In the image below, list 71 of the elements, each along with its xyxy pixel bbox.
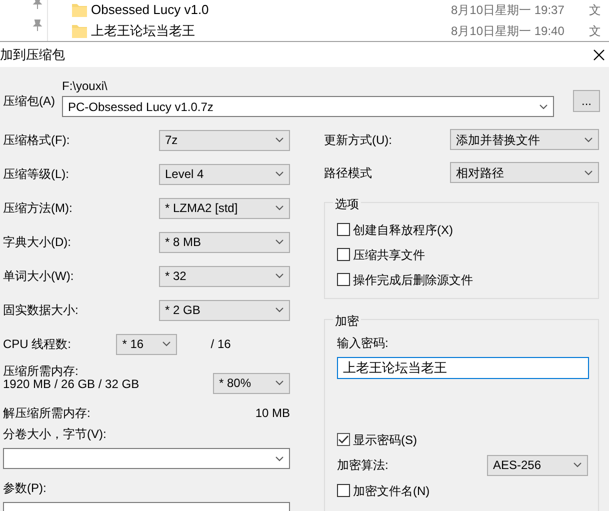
dropdown[interactable]: 相对路径 <box>450 162 599 183</box>
field-label: 单词大小(W): <box>3 268 75 285</box>
memory-usage: 1920 MB / 26 GB / 32 GB <box>3 378 140 391</box>
field-label: 分卷大小，字节(V): <box>3 427 106 441</box>
file-date: 8月10日星期一 19:40 <box>451 22 566 40</box>
dropdown[interactable]: * 80% <box>213 372 290 394</box>
folder-icon <box>72 24 87 38</box>
password-field[interactable]: 上老王论坛当老王 <box>337 357 589 379</box>
memory-value: 10 MB <box>255 405 290 422</box>
chevron-icon <box>584 136 593 142</box>
field-label: 解压缩所需内存: <box>3 405 90 422</box>
group-title: 选项 <box>333 195 361 213</box>
chevron-icon <box>275 171 284 177</box>
checkbox-label: 操作完成后删除源文件 <box>353 272 473 288</box>
field-label: 更新方式(U): <box>324 132 393 148</box>
pin-icon[interactable] <box>32 19 43 31</box>
browse-button[interactable]: ... <box>573 90 600 112</box>
checkbox[interactable] <box>337 273 350 286</box>
file-type: 文 <box>589 2 601 18</box>
field-label: 压缩方法(M): <box>3 200 74 217</box>
checkbox[interactable] <box>337 484 350 497</box>
dropdown[interactable]: * LZMA2 [std] <box>159 198 290 218</box>
chevron-icon <box>275 456 284 462</box>
chevron-icon <box>275 380 284 386</box>
chevron-icon <box>573 462 582 468</box>
field-label: CPU 线程数: <box>3 336 72 353</box>
checkbox[interactable] <box>337 433 350 446</box>
chevron-icon <box>275 273 284 279</box>
dropdown[interactable]: AES-256 <box>487 454 588 476</box>
dropdown[interactable]: * 8 MB <box>159 232 290 252</box>
dropdown[interactable]: * 2 GB <box>159 300 290 320</box>
archive-label: 压缩包(A) <box>3 93 56 110</box>
chevron-icon <box>275 205 284 211</box>
dropdown[interactable]: 7z <box>159 130 290 150</box>
field-label: 参数(P): <box>3 481 46 495</box>
dropdown[interactable]: Level 4 <box>159 164 290 184</box>
field-label: 压缩格式(F): <box>3 132 71 149</box>
checkbox[interactable] <box>337 223 350 236</box>
window-title: 加到压缩包 <box>0 46 65 64</box>
checkbox-label: 加密文件名(N) <box>353 482 430 500</box>
file-type: 文 <box>589 22 601 40</box>
chevron-icon <box>275 307 284 313</box>
pin-icon[interactable] <box>32 0 43 9</box>
field-label: 压缩等级(L): <box>3 166 70 183</box>
dropdown[interactable] <box>3 448 290 469</box>
field-label: 输入密码: <box>337 335 390 352</box>
checkbox-label: 压缩共享文件 <box>353 246 425 264</box>
dropdown[interactable]: PC-Obsessed Lucy v1.0.7z <box>62 96 554 117</box>
folder-icon <box>72 2 87 16</box>
dropdown[interactable]: * 32 <box>159 266 290 286</box>
file-name[interactable]: 上老王论坛当老王 <box>91 20 451 40</box>
field-label: 加密算法: <box>337 457 390 474</box>
checkbox-label: 显示密码(S) <box>353 432 417 448</box>
chevron-icon <box>539 104 548 110</box>
archive-path: F:\youxi\ <box>62 78 108 95</box>
chevron-icon <box>275 137 284 143</box>
field-label: 压缩所需内存: <box>3 365 80 378</box>
dropdown[interactable]: * 16 <box>116 334 177 354</box>
file-name[interactable]: Obsessed Lucy v1.0 <box>91 0 451 20</box>
close-icon[interactable] <box>593 48 605 60</box>
chevron-icon <box>584 170 593 176</box>
field-label: 字典大小(D): <box>3 234 72 251</box>
dropdown[interactable]: 添加并替换文件 <box>450 129 599 150</box>
checkbox[interactable] <box>337 248 350 261</box>
file-date: 8月10日星期一 19:37 <box>451 2 566 18</box>
field-label: 固实数据大小: <box>3 302 80 319</box>
field-label: 路径模式 <box>324 164 373 182</box>
chevron-icon <box>275 239 284 245</box>
thread-total: / 16 <box>210 336 232 353</box>
chevron-icon <box>162 341 171 347</box>
checkbox-label: 创建自释放程序(X) <box>353 222 453 238</box>
